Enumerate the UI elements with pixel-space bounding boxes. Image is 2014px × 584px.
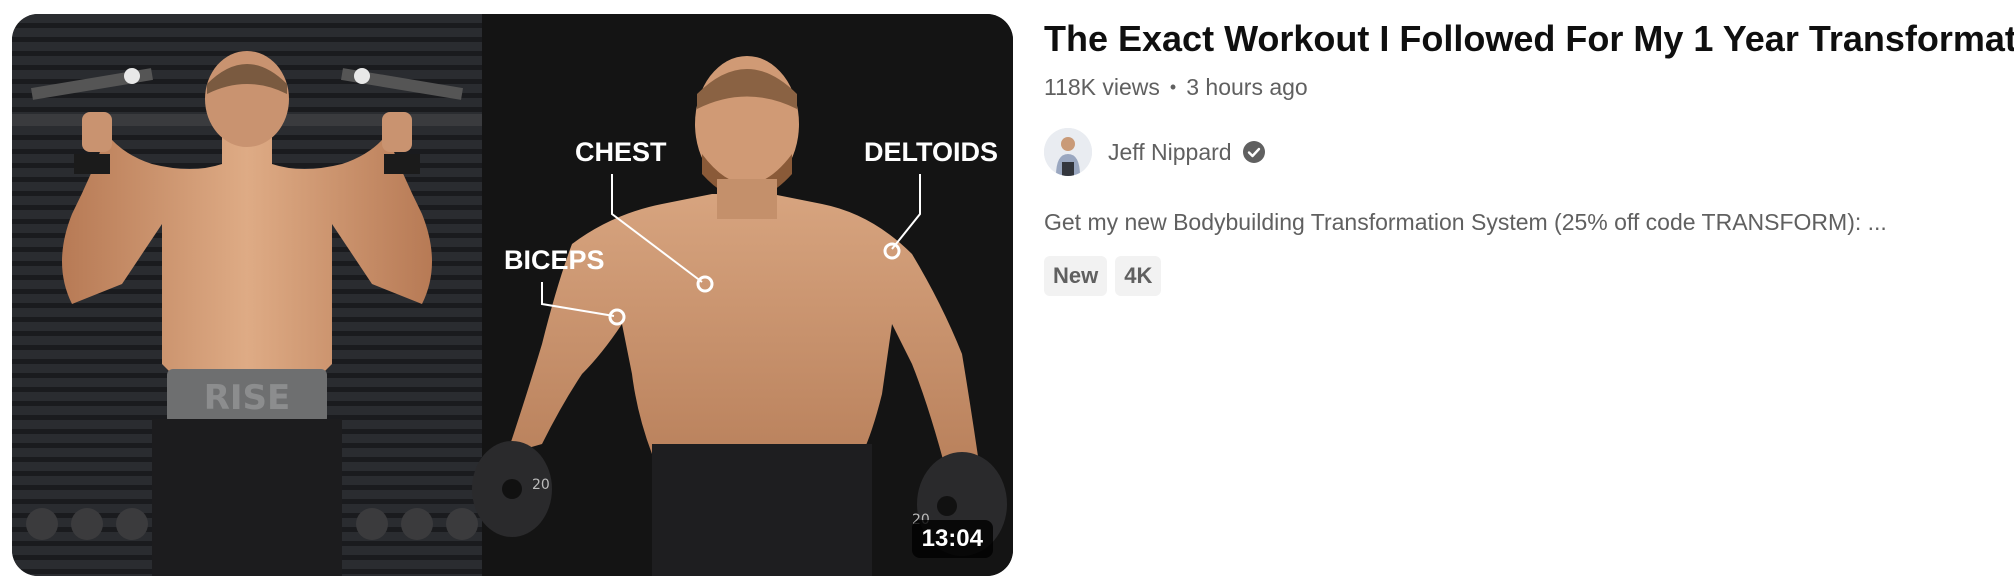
video-title[interactable]: The Exact Workout I Followed For My 1 Ye… xyxy=(1044,14,2014,64)
chest-label: CHEST xyxy=(575,137,667,167)
channel-row[interactable]: Jeff Nippard xyxy=(1044,127,2004,177)
badge-row: New 4K xyxy=(1044,256,2004,296)
thumbnail-image: RISE 20 20 CHEST DELTOIDS B xyxy=(12,14,1013,576)
video-thumbnail[interactable]: RISE 20 20 CHEST DELTOIDS B xyxy=(12,14,1013,576)
new-badge: New xyxy=(1044,256,1108,296)
plate-left-label: 20 xyxy=(532,477,550,493)
check-circle-icon xyxy=(1242,140,1266,164)
channel-name[interactable]: Jeff Nippard xyxy=(1108,139,1232,166)
video-info: The Exact Workout I Followed For My 1 Ye… xyxy=(1044,14,2014,296)
view-count: 118K views xyxy=(1044,74,1160,100)
avatar[interactable] xyxy=(1044,128,1092,176)
separator-dot: • xyxy=(1169,77,1177,97)
biceps-label: BICEPS xyxy=(504,245,605,275)
video-metadata: 118K views • 3 hours ago xyxy=(1044,74,2004,101)
4k-badge: 4K xyxy=(1115,256,1162,296)
deltoids-label: DELTOIDS xyxy=(864,137,998,167)
upload-age: 3 hours ago xyxy=(1186,74,1308,100)
belt-text: RISE xyxy=(204,378,291,418)
video-description: Get my new Bodybuilding Transformation S… xyxy=(1044,209,1887,235)
duration-badge: 13:04 xyxy=(911,520,993,558)
